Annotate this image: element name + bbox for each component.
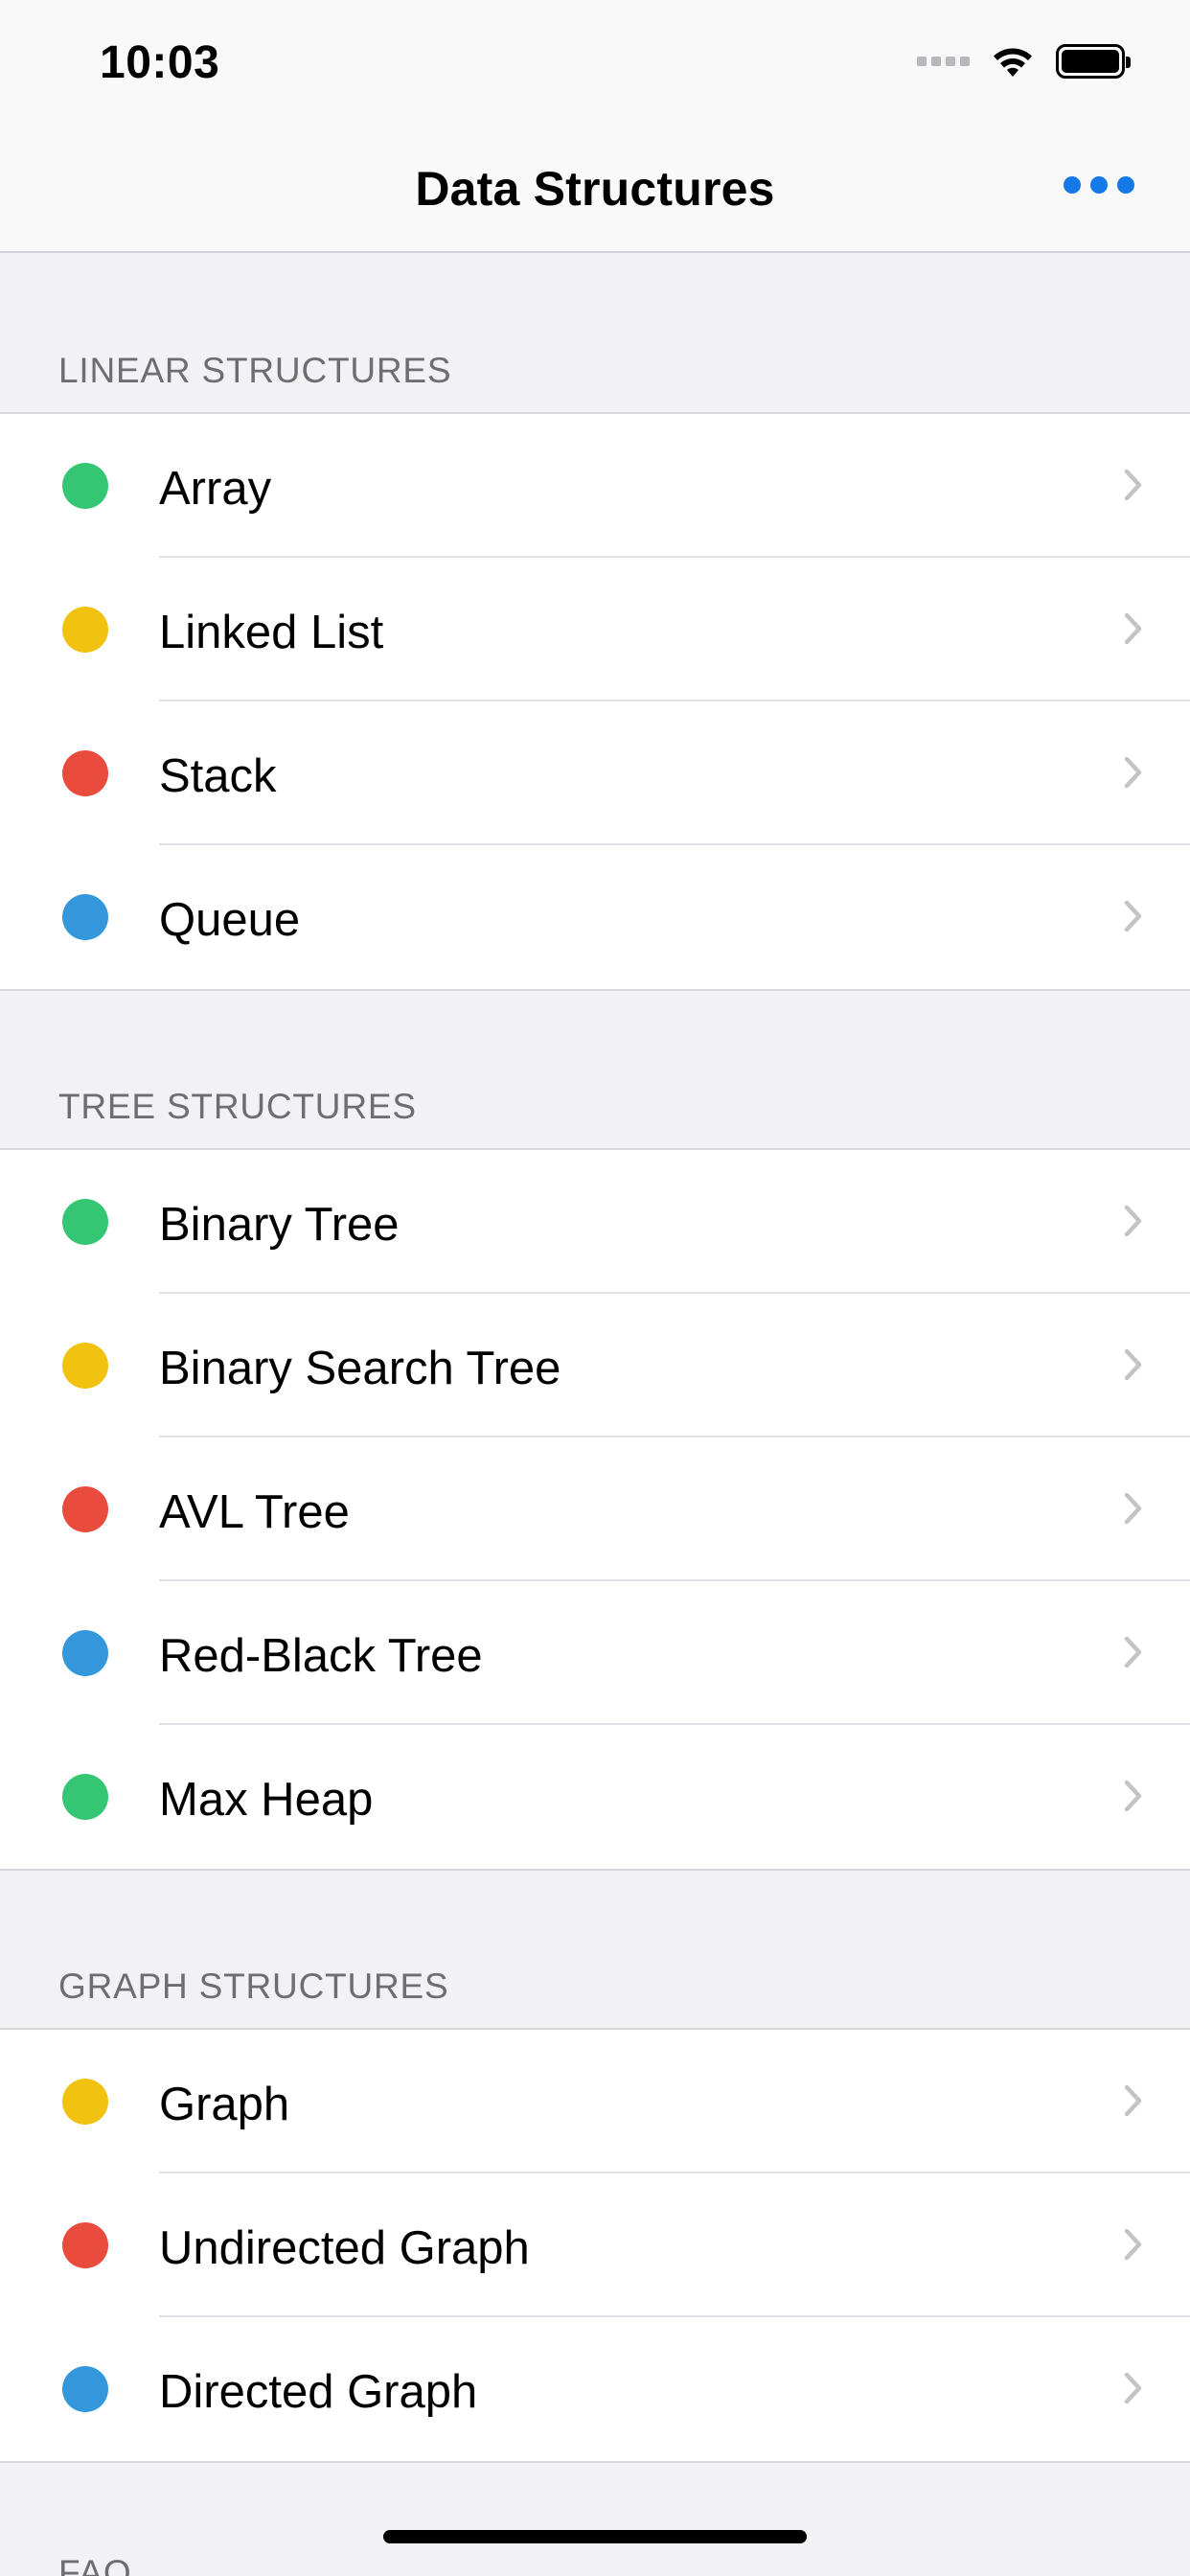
navigation-bar: 10:03 Data Structures <box>0 0 1190 253</box>
section-header-faq: FAQ <box>0 2463 1190 2576</box>
section-list: Graph Undirected Graph Directed Graph <box>0 2028 1190 2463</box>
color-dot-icon <box>62 1486 108 1532</box>
screen: 10:03 Data Structures LINEAR STRUCTURES A… <box>0 0 1190 2576</box>
section-header-label: GRAPH STRUCTURES <box>58 1966 449 2006</box>
list-item-label: Graph <box>159 2079 290 2130</box>
color-dot-icon <box>62 2222 108 2268</box>
list-item-label: Binary Tree <box>159 1199 400 1251</box>
list-item[interactable]: Directed Graph <box>0 2317 1190 2461</box>
chevron-right-icon <box>1113 1489 1152 1528</box>
list-item[interactable]: Stack <box>0 702 1190 845</box>
battery-icon <box>1056 44 1131 79</box>
list-item[interactable]: Max Heap <box>0 1725 1190 1869</box>
chevron-right-icon <box>1113 2369 1152 2407</box>
list-item-label: Linked List <box>159 607 384 658</box>
list-item-label: Red-Black Tree <box>159 1630 483 1682</box>
list-item[interactable]: Graph <box>0 2030 1190 2174</box>
status-time: 10:03 <box>100 37 220 88</box>
chevron-right-icon <box>1113 2082 1152 2120</box>
chevron-right-icon <box>1113 753 1152 792</box>
color-dot-icon <box>62 2366 108 2412</box>
section-header-label: TREE STRUCTURES <box>58 1087 417 1126</box>
chevron-right-icon <box>1113 897 1152 935</box>
chevron-right-icon <box>1113 610 1152 648</box>
list-item-label: AVL Tree <box>159 1486 350 1538</box>
chevron-right-icon <box>1113 1633 1152 1671</box>
list-item[interactable]: Linked List <box>0 558 1190 702</box>
list-item[interactable]: Red-Black Tree <box>0 1581 1190 1725</box>
chevron-right-icon <box>1113 466 1152 504</box>
color-dot-icon <box>62 2079 108 2125</box>
section-header: TREE STRUCTURES <box>0 991 1190 1148</box>
list-item-label: Directed Graph <box>159 2366 478 2418</box>
section-header-label: LINEAR STRUCTURES <box>58 351 452 390</box>
section-header: LINEAR STRUCTURES <box>0 255 1190 412</box>
color-dot-icon <box>62 1343 108 1389</box>
status-icons <box>917 42 1131 80</box>
color-dot-icon <box>62 463 108 509</box>
more-dots-icon[interactable] <box>1064 176 1134 194</box>
list-item-label: Binary Search Tree <box>159 1343 561 1394</box>
chevron-right-icon <box>1113 2225 1152 2264</box>
list-item[interactable]: Binary Tree <box>0 1150 1190 1294</box>
list-item[interactable]: Binary Search Tree <box>0 1294 1190 1438</box>
list-item-label: Array <box>159 463 272 515</box>
section-header-label: FAQ <box>58 2553 132 2576</box>
section-header: GRAPH STRUCTURES <box>0 1871 1190 2028</box>
color-dot-icon <box>62 1199 108 1245</box>
list-item-label: Undirected Graph <box>159 2222 530 2274</box>
page-title: Data Structures <box>415 162 775 216</box>
color-dot-icon <box>62 750 108 796</box>
color-dot-icon <box>62 607 108 653</box>
cellular-signal-icon <box>917 57 970 66</box>
structures-list: LINEAR STRUCTURES Array Linked List Stack Qu… <box>0 255 1190 2576</box>
color-dot-icon <box>62 1774 108 1820</box>
list-item[interactable]: AVL Tree <box>0 1438 1190 1581</box>
list-item[interactable]: Array <box>0 414 1190 558</box>
list-item-label: Stack <box>159 750 277 802</box>
section-list: Array Linked List Stack Queue <box>0 412 1190 991</box>
wifi-icon <box>994 48 1032 77</box>
list-item[interactable]: Undirected Graph <box>0 2174 1190 2317</box>
color-dot-icon <box>62 894 108 940</box>
list-item-label: Queue <box>159 894 301 946</box>
chevron-right-icon <box>1113 1346 1152 1384</box>
chevron-right-icon <box>1113 1202 1152 1240</box>
chevron-right-icon <box>1113 1777 1152 1815</box>
home-indicator[interactable] <box>383 2530 807 2543</box>
color-dot-icon <box>62 1630 108 1676</box>
list-item[interactable]: Queue <box>0 845 1190 989</box>
section-list: Binary Tree Binary Search Tree AVL Tree Red… <box>0 1148 1190 1871</box>
list-item-label: Max Heap <box>159 1774 374 1826</box>
